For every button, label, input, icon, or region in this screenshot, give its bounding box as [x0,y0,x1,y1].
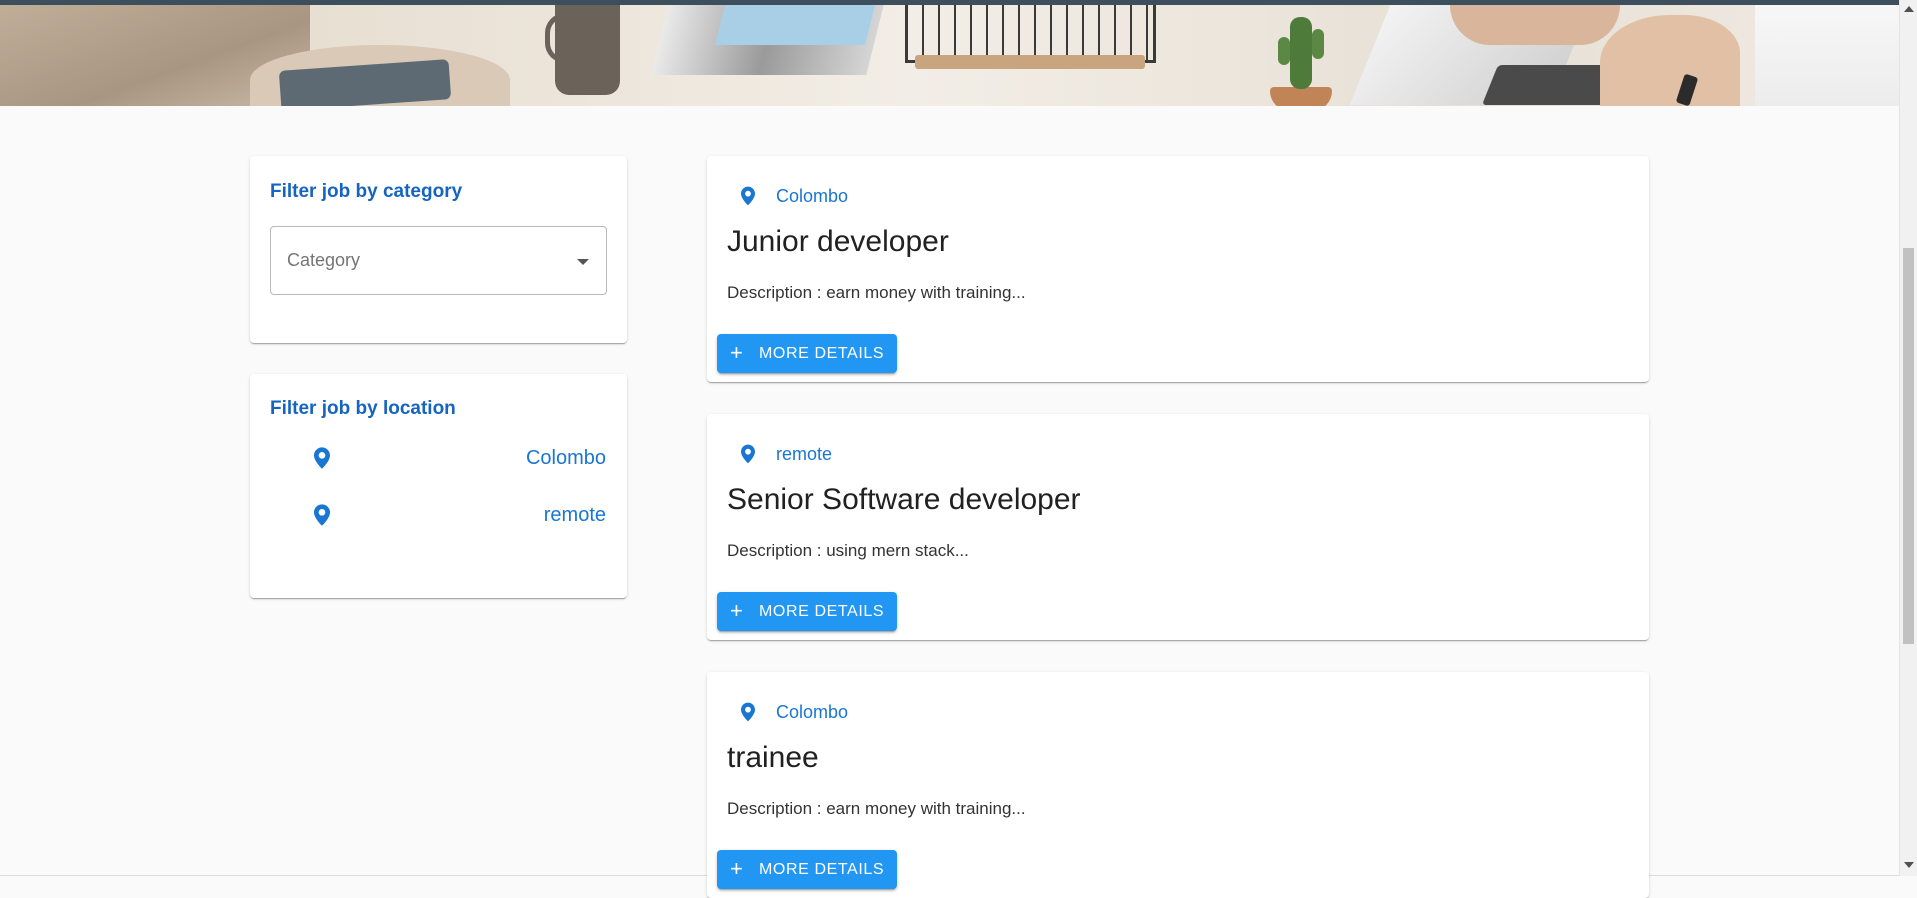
location-pin-icon [741,444,755,464]
job-description: Description : earn money with training..… [727,283,1026,302]
scrollbar-thumb[interactable] [1903,248,1914,644]
location-filter-title: Filter job by location [270,398,456,419]
location-filter-item-colombo[interactable]: Colombo [270,442,606,476]
job-title: Senior Software developer [727,483,1081,516]
category-filter-title: Filter job by category [270,181,463,202]
scroll-down-arrow-icon[interactable] [1904,862,1914,868]
hero-banner-image [0,5,1899,106]
more-details-button[interactable]: + MORE DETAILS [717,592,897,631]
job-card: remote Senior Software developer Descrip… [707,414,1649,640]
more-details-label: MORE DETAILS [759,603,885,620]
scroll-up-arrow-icon[interactable] [1904,6,1914,12]
dropdown-arrow-icon[interactable] [577,259,589,265]
location-pin-icon [741,702,755,722]
location-filter-label[interactable]: Colombo [526,447,606,470]
location-pin-icon [741,186,755,206]
location-filter-item-remote[interactable]: remote [270,499,606,533]
job-location-text: Colombo [776,186,849,206]
category-select[interactable]: Category [270,226,607,295]
job-title: trainee [727,741,819,774]
job-description: Description : earn money with training..… [727,799,1026,818]
plus-icon: + [730,340,744,365]
more-details-label: MORE DETAILS [759,861,885,878]
more-details-button[interactable]: + MORE DETAILS [717,850,897,889]
plus-icon: + [730,598,744,623]
job-card: Colombo Junior developer Description : e… [707,156,1649,382]
job-location-text: Colombo [776,702,849,722]
location-pin-icon [314,447,330,469]
location-filter-card: Filter job by location Colombo remote [250,374,627,598]
location-pin-icon [314,504,330,526]
job-card: Colombo trainee Description : earn money… [707,672,1649,898]
job-location-text: remote [776,444,833,464]
location-filter-label[interactable]: remote [544,504,606,527]
plus-icon: + [730,856,744,881]
more-details-label: MORE DETAILS [759,345,885,362]
job-description: Description : using mern stack... [727,541,969,560]
more-details-button[interactable]: + MORE DETAILS [717,334,897,373]
category-filter-card: Filter job by category Category [250,156,627,343]
vertical-scrollbar[interactable] [1899,0,1917,876]
job-title: Junior developer [727,225,949,258]
category-select-placeholder: Category [287,250,361,270]
